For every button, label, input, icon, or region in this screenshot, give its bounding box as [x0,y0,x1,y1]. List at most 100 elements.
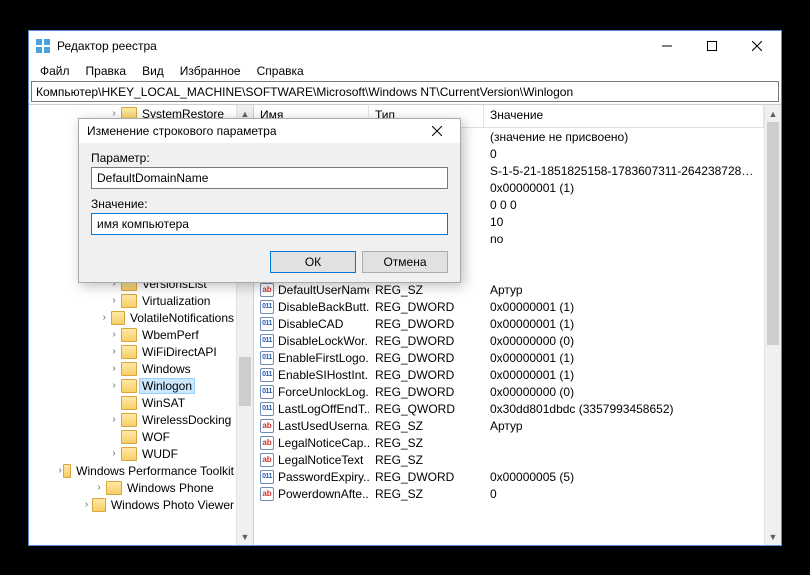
list-row[interactable]: abLegalNoticeTextREG_SZ [254,451,764,468]
list-row[interactable]: abDefaultUserNameREG_SZАртур [254,281,764,298]
value-data: 0x00000000 (0) [484,334,764,348]
list-row[interactable]: 011LastLogOffEndT...REG_QWORD0x30dd801db… [254,400,764,417]
expand-icon[interactable]: › [99,312,110,323]
value-label: Значение: [91,197,448,211]
binary-value-icon: 011 [260,385,274,399]
binary-value-icon: 011 [260,317,274,331]
minimize-button[interactable] [644,32,689,61]
tree-item[interactable]: ›VolatileNotifications [29,309,236,326]
value-field[interactable] [91,213,448,235]
value-type: REG_DWORD [369,351,484,365]
folder-icon [63,464,71,478]
expand-icon[interactable]: › [108,295,120,306]
list-row[interactable]: 011DisableLockWor...REG_DWORD0x00000000 … [254,332,764,349]
dialog-titlebar[interactable]: Изменение строкового параметра [79,119,460,143]
value-name: LegalNoticeText [278,453,363,467]
tree-item[interactable]: ›Windows Performance Toolkit [29,462,236,479]
folder-icon [121,396,137,410]
value-type: REG_DWORD [369,385,484,399]
folder-icon [121,413,137,427]
folder-icon [121,447,137,461]
value-name: EnableSIHostInt... [278,368,369,382]
expand-icon[interactable]: › [82,499,92,510]
tree-item[interactable]: WinSAT [29,394,236,411]
menu-view[interactable]: Вид [135,62,171,80]
value-type: REG_DWORD [369,470,484,484]
param-label: Параметр: [91,151,448,165]
list-row[interactable]: abLegalNoticeCap...REG_SZ [254,434,764,451]
tree-item[interactable]: › Windows [29,360,236,377]
expand-icon[interactable]: › [108,363,120,374]
list-row[interactable]: 011EnableSIHostInt...REG_DWORD0x00000001… [254,366,764,383]
scroll-down-icon[interactable]: ▼ [765,528,781,545]
expand-icon[interactable]: › [108,448,120,459]
scroll-up-icon[interactable]: ▲ [765,105,781,122]
value-type: REG_SZ [369,419,484,433]
string-value-icon: ab [260,283,274,297]
value-data: 0x00000001 (1) [484,317,764,331]
binary-value-icon: 011 [260,334,274,348]
tree-item[interactable]: ›WiFiDirectAPI [29,343,236,360]
dialog-close-button[interactable] [422,119,452,143]
titlebar[interactable]: Редактор реестра [29,31,781,61]
registry-editor-window: Редактор реестра Файл Правка Вид Избранн… [28,30,782,546]
value-type: REG_DWORD [369,334,484,348]
menu-favorites[interactable]: Избранное [173,62,248,80]
menu-edit[interactable]: Правка [79,62,134,80]
cancel-button[interactable]: Отмена [362,251,448,273]
expand-icon[interactable]: › [108,414,120,425]
value-name: LastUsedUserna... [278,419,369,433]
tree-item[interactable]: ›WirelessDocking [29,411,236,428]
value-name: EnableFirstLogo... [278,351,369,365]
expand-icon[interactable]: › [93,482,105,493]
value-name: ForceUnlockLog... [278,385,369,399]
expand-icon[interactable]: › [108,380,120,391]
list-row[interactable]: abLastUsedUserna...REG_SZАртур [254,417,764,434]
binary-value-icon: 011 [260,470,274,484]
close-button[interactable] [734,32,779,61]
address-bar[interactable]: Компьютер\HKEY_LOCAL_MACHINE\SOFTWARE\Mi… [31,81,779,102]
value-name: DefaultUserName [278,283,369,297]
folder-icon [121,430,137,444]
list-row[interactable]: 011DisableBackButt...REG_DWORD0x00000001… [254,298,764,315]
value-data: 0 0 0 [484,198,764,212]
scroll-down-icon[interactable]: ▼ [237,528,253,545]
value-data: S-1-5-21-1851825158-1783607311-264238728… [484,164,764,178]
list-scrollbar[interactable]: ▲ ▼ [764,105,781,545]
tree-item[interactable]: ›WbemPerf [29,326,236,343]
list-row[interactable]: 011EnableFirstLogo...REG_DWORD0x00000001… [254,349,764,366]
list-row[interactable]: 011ForceUnlockLog...REG_DWORD0x00000000 … [254,383,764,400]
tree-item[interactable]: ›Virtualization [29,292,236,309]
list-row[interactable]: abPowerdownAfte...REG_SZ0 [254,485,764,502]
tree-item[interactable]: ›Winlogon [29,377,236,394]
tree-item-label: Windows [140,362,193,376]
window-title: Редактор реестра [57,39,644,53]
value-data: 0x00000001 (1) [484,300,764,314]
col-value[interactable]: Значение [484,105,764,127]
folder-icon [111,311,125,325]
value-data: 0x00000001 (1) [484,181,764,195]
tree-item[interactable]: WOF [29,428,236,445]
maximize-button[interactable] [689,32,734,61]
value-name: LegalNoticeCap... [278,436,369,450]
value-data: 10 [484,215,764,229]
ok-button[interactable]: ОК [270,251,356,273]
tree-item[interactable]: ›WUDF [29,445,236,462]
menu-help[interactable]: Справка [250,62,311,80]
value-data: 0x00000001 (1) [484,351,764,365]
list-row[interactable]: 011DisableCADREG_DWORD0x00000001 (1) [254,315,764,332]
menu-file[interactable]: Файл [33,62,77,80]
string-value-icon: ab [260,436,274,450]
folder-icon [92,498,105,512]
address-text: Компьютер\HKEY_LOCAL_MACHINE\SOFTWARE\Mi… [36,85,573,99]
expand-icon[interactable]: › [108,329,120,340]
tree-item[interactable]: ›Windows Photo Viewer [29,496,236,513]
tree-item[interactable]: ›Windows Phone [29,479,236,496]
expand-icon[interactable]: › [58,465,63,476]
expand-icon[interactable]: › [108,346,120,357]
list-row[interactable]: 011PasswordExpiry...REG_DWORD0x00000005 … [254,468,764,485]
value-type: REG_DWORD [369,317,484,331]
value-data: 0x00000005 (5) [484,470,764,484]
param-field [91,167,448,189]
value-type: REG_DWORD [369,300,484,314]
